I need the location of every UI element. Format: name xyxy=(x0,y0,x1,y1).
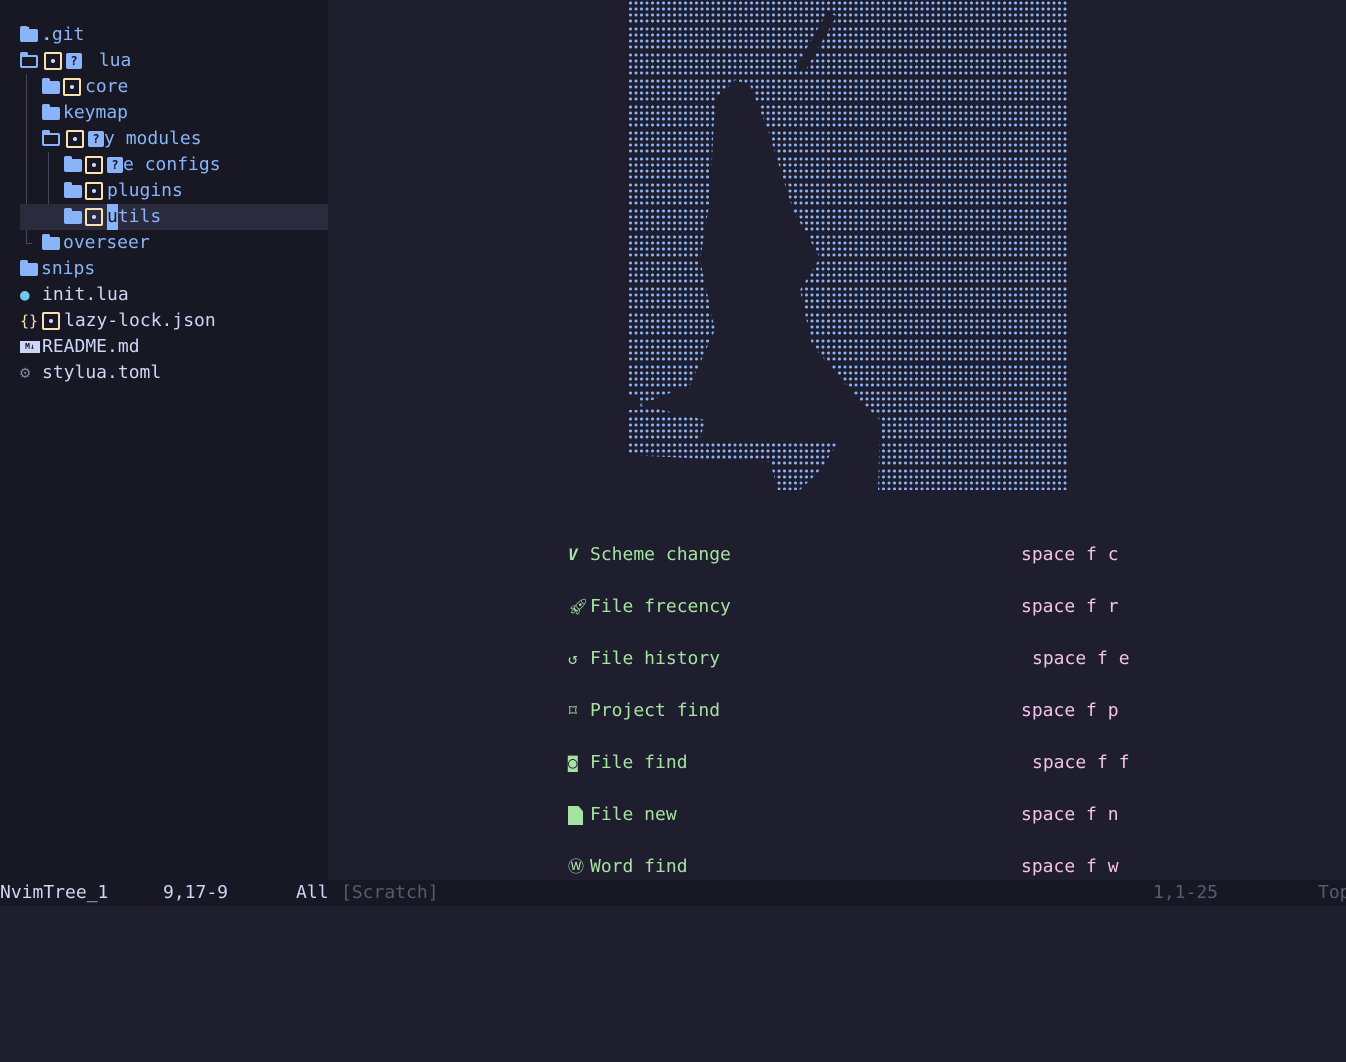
dashboard-item-shortcut: space f p xyxy=(1021,700,1119,721)
dashboard-item-file-new[interactable]: File new xyxy=(568,802,677,828)
dashboard-item-label: File frecency xyxy=(590,596,731,617)
bookmark-icon: ⌑ xyxy=(568,701,578,720)
statusline-right-buffer-name: [Scratch] xyxy=(341,882,439,903)
file-search-icon: ◙ xyxy=(568,753,578,772)
vim-icon: V xyxy=(568,545,578,564)
dashboard-item-shortcut: space f w xyxy=(1021,856,1119,877)
dashboard-item-file-find[interactable]: ◙ File find xyxy=(568,750,688,776)
file-icon xyxy=(568,802,590,828)
dashboard-item-shortcut: space f c xyxy=(1021,544,1119,565)
dashboard-item-label: Project find xyxy=(590,700,721,721)
statusline-left-buffer-name: NvimTree_1 xyxy=(0,882,109,903)
dashboard-item-label: File new xyxy=(590,804,677,825)
rocket-icon: 🚀︎ xyxy=(568,597,589,616)
dashboard-item-word-find[interactable]: Ⓦ Word find xyxy=(568,854,688,880)
dashboard-item-project-find[interactable]: ⌑ Project find xyxy=(568,698,720,724)
dashboard-item-shortcut: space f f xyxy=(1032,752,1130,773)
dashboard-item-file-history[interactable]: ↺ File history xyxy=(568,646,720,672)
dashboard-item-shortcut: space f e xyxy=(1032,648,1130,669)
statusline-right-cursor-position: 1,1-25 xyxy=(1153,882,1219,903)
history-icon: ↺ xyxy=(568,649,578,668)
statusline-left-scroll: All xyxy=(296,882,329,903)
statusline-left-cursor-position: 9,17-9 xyxy=(163,882,229,903)
dashboard-header-braille-art xyxy=(628,0,1068,490)
command-line[interactable] xyxy=(0,906,1346,939)
statusline: NvimTree_1 9,17-9 All [Scratch] 1,1-25 T… xyxy=(0,880,1346,906)
dashboard-item-label: Scheme change xyxy=(590,544,731,565)
dashboard-item-shortcut: space f r xyxy=(1021,596,1119,617)
wordpress-icon: Ⓦ xyxy=(568,857,585,876)
dashboard-item-label: Word find xyxy=(590,856,688,877)
dashboard-item-label: File history xyxy=(590,648,721,669)
dashboard-item-file-frecency[interactable]: 🚀︎ File frecency xyxy=(568,594,731,620)
dashboard-item-scheme-change[interactable]: V Scheme change xyxy=(568,542,731,568)
statusline-right-scroll: Top xyxy=(1318,882,1346,903)
dashboard-item-shortcut: space f n xyxy=(1021,804,1119,825)
dashboard-item-label: File find xyxy=(590,752,688,773)
